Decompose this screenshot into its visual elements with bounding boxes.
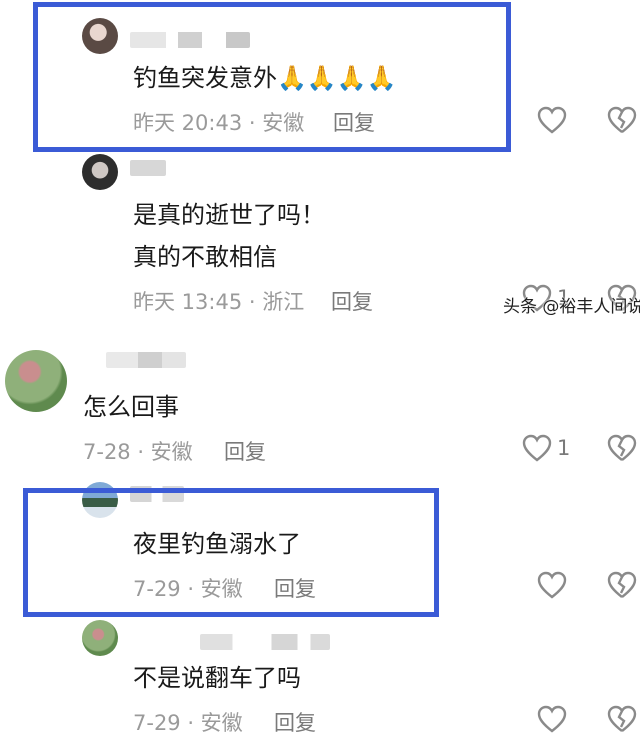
- comment-time-location: 昨天 13:45 · 浙江: [133, 290, 305, 314]
- comment-3: 怎么回事 7-28 · 安徽 回复 1: [0, 340, 640, 470]
- heart-outline-icon[interactable]: [537, 571, 567, 599]
- highlight-box-1: [33, 2, 511, 152]
- reply-button[interactable]: 回复: [331, 286, 373, 316]
- reply-button[interactable]: 回复: [274, 707, 316, 737]
- comment-text: 不是说翻车了吗: [133, 664, 301, 692]
- highlight-box-2: [23, 488, 439, 617]
- comment-text-line-1: 是真的逝世了吗！: [133, 201, 325, 229]
- broken-heart-icon[interactable]: [607, 571, 637, 599]
- username-blurred[interactable]: [130, 160, 166, 176]
- avatar[interactable]: [5, 350, 67, 412]
- heart-outline-icon[interactable]: [537, 106, 567, 134]
- avatar[interactable]: [82, 154, 118, 190]
- broken-heart-icon[interactable]: [607, 705, 637, 733]
- comment-text: 怎么回事: [83, 393, 179, 421]
- comment-time-location: 7-29 · 安徽: [133, 711, 243, 735]
- username-blurred[interactable]: [106, 352, 186, 368]
- reply-button[interactable]: 回复: [224, 436, 266, 466]
- broken-heart-icon[interactable]: [607, 434, 637, 462]
- comment-time-location: 7-28 · 安徽: [83, 440, 193, 464]
- username-blurred[interactable]: [200, 634, 330, 650]
- like-count: 1: [557, 436, 571, 460]
- heart-outline-icon[interactable]: [522, 434, 552, 462]
- heart-outline-icon[interactable]: [537, 705, 567, 733]
- watermark: 头条 @裕丰人间说: [503, 297, 640, 317]
- comment-5: 不是说翻车了吗 7-29 · 安徽 回复: [0, 616, 640, 739]
- avatar[interactable]: [82, 620, 118, 656]
- broken-heart-icon[interactable]: [607, 106, 637, 134]
- comment-text-line-2: 真的不敢相信: [133, 243, 277, 271]
